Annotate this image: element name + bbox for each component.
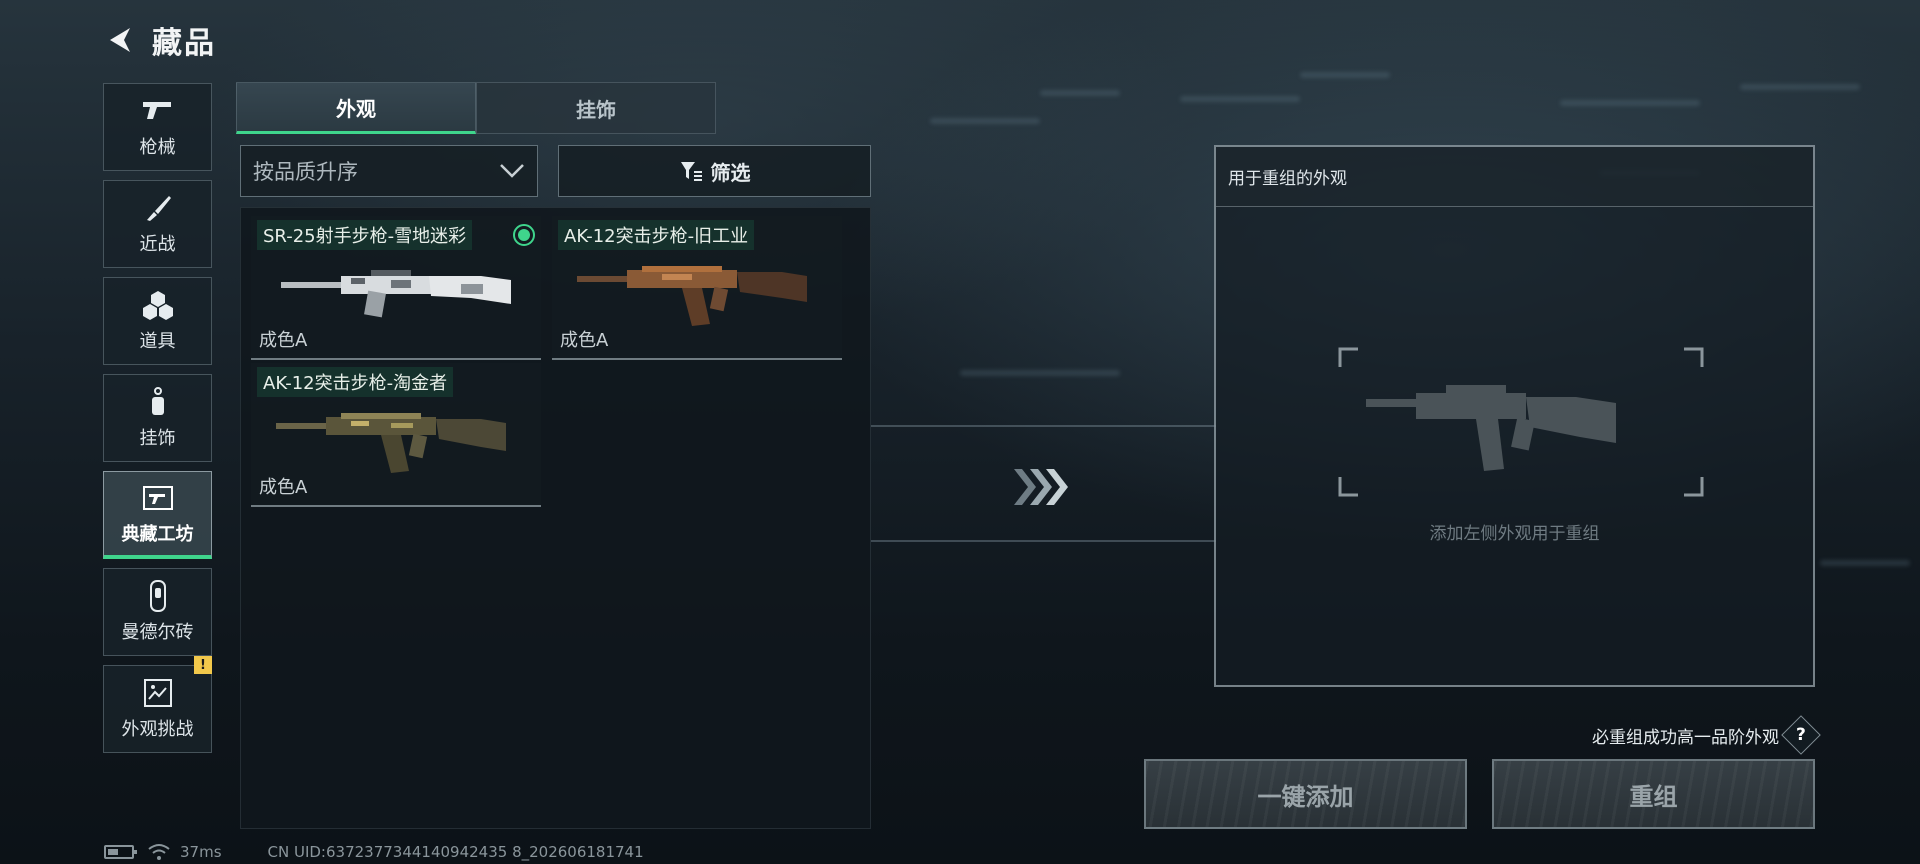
recombine-panel-header: 用于重组的外观 (1216, 147, 1813, 207)
grenade-icon (140, 289, 176, 321)
sidebar-item-label: 枪械 (139, 137, 176, 158)
charm-icon (140, 386, 176, 418)
battery-icon (104, 845, 137, 859)
add-all-label: 一键添加 (1257, 782, 1354, 811)
tab-skins[interactable]: 外观 (236, 82, 476, 134)
recombine-panel-title: 用于重组的外观 (1228, 169, 1347, 189)
add-all-button[interactable]: 一键添加 (1144, 759, 1467, 829)
recombine-panel: 用于重组的外观 添加左侧外观用于重组 (1214, 145, 1815, 687)
sidebar-item-mandel-brick[interactable]: 曼德尔砖 (103, 568, 212, 656)
skin-grade: 成色A (259, 330, 308, 351)
sidebar-item-skin-challenge[interactable]: ! 外观挑战 (103, 656, 212, 753)
sidebar-item-guns[interactable]: 枪械 (103, 83, 212, 171)
skin-name: AK-12突击步枪-淘金者 (257, 367, 454, 397)
back-arrow-icon (110, 28, 130, 52)
recombine-hint: 必重组成功高一品阶外观 ? (1520, 715, 1821, 755)
sidebar-item-workshop[interactable]: 典藏工坊 (103, 471, 212, 559)
page-header: 藏品 (100, 18, 448, 62)
skin-card[interactable]: AK-12突击步枪-旧工业 成色A (552, 216, 842, 360)
ping-value: 37ms (180, 843, 222, 861)
sidebar-item-label: 挂饰 (139, 428, 176, 449)
ak12-gold-prospector-image (276, 413, 506, 473)
skin-name: AK-12突击步枪-旧工业 (558, 220, 755, 250)
connector-line (871, 540, 1216, 542)
sidebar-item-melee[interactable]: 近战 (103, 180, 212, 268)
skin-list: SR-25射手步枪-雪地迷彩 成色A AK-12突击步枪-旧工业 成色A AK-… (240, 207, 871, 829)
skin-grade: 成色A (560, 330, 609, 351)
equipped-indicator (513, 224, 535, 246)
hint-text: 必重组成功高一品阶外观 (1592, 727, 1779, 748)
skin-card[interactable]: SR-25射手步枪-雪地迷彩 成色A (251, 216, 541, 360)
skin-card[interactable]: AK-12突击步枪-淘金者 成色A (251, 363, 541, 507)
filter-button[interactable]: 筛选 (558, 145, 871, 197)
help-symbol: ? (1796, 725, 1806, 745)
chevron-down-icon (500, 164, 524, 178)
chevrons-right-icon (1014, 469, 1068, 505)
recombine-placeholder-text: 添加左侧外观用于重组 (1429, 524, 1600, 544)
alert-badge: ! (194, 656, 212, 674)
rifle-placeholder-icon[interactable] (1326, 347, 1716, 497)
sidebar-item-label: 曼德尔砖 (121, 622, 194, 643)
skin-grade: 成色A (259, 477, 308, 498)
page-title: 藏品 (152, 26, 216, 61)
skin-name: SR-25射手步枪-雪地迷彩 (257, 220, 473, 250)
recombine-button[interactable]: 重组 (1492, 759, 1815, 829)
recombine-label: 重组 (1629, 782, 1678, 811)
sidebar-item-label: 典藏工坊 (121, 523, 194, 545)
connector-line (871, 425, 1216, 427)
help-icon[interactable]: ? (1781, 715, 1821, 755)
back-button[interactable] (100, 20, 140, 60)
challenge-icon (140, 677, 176, 709)
sr25-snow-camo-image (281, 270, 511, 318)
sidebar-item-label: 近战 (139, 234, 176, 255)
status-bar: 37ms CN UID:6372377344140942435 8_202606… (104, 842, 644, 862)
wifi-icon (148, 844, 170, 860)
workshop-icon (140, 482, 176, 514)
sidebar-item-label: 外观挑战 (121, 719, 194, 740)
user-uid: CN UID:6372377344140942435 8_20260618174… (267, 843, 644, 861)
sidebar-item-charms[interactable]: 挂饰 (103, 374, 212, 462)
filter-icon (680, 162, 702, 181)
ak12-rust-image (577, 266, 807, 326)
sidebar-item-label: 道具 (139, 331, 176, 352)
filter-label: 筛选 (710, 160, 751, 185)
category-sidebar: 枪械 近战 道具 挂饰 典藏工坊 曼德尔砖 ! 外观挑战 (103, 83, 212, 762)
knife-icon (140, 192, 176, 224)
mandel-brick-icon (140, 580, 176, 612)
tab-bar: 外观 挂饰 (236, 82, 716, 134)
sort-dropdown[interactable]: 按品质升序 (240, 145, 538, 197)
sidebar-item-gear[interactable]: 道具 (103, 277, 212, 365)
sort-label: 按品质升序 (253, 160, 358, 184)
pistol-icon (140, 95, 176, 127)
tab-charms[interactable]: 挂饰 (476, 82, 716, 134)
